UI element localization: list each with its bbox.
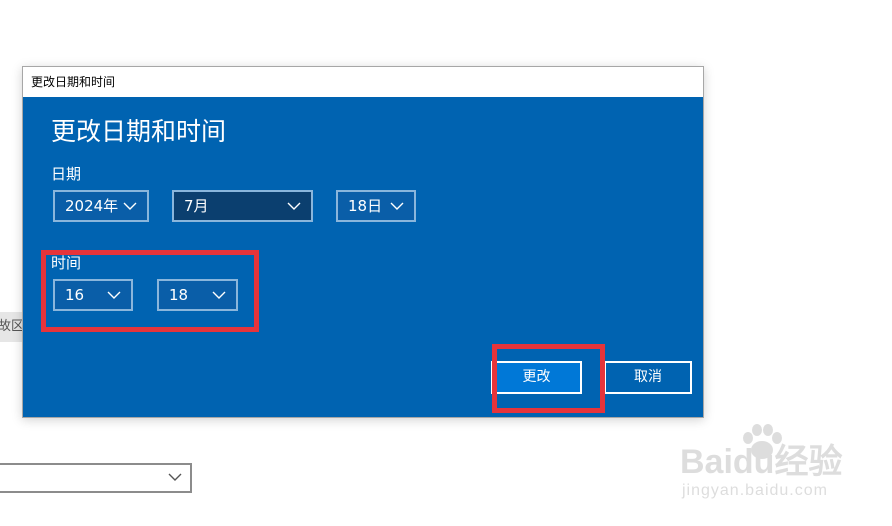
year-value: 2024年 [65,197,119,215]
time-annotation-box [41,250,259,332]
month-select[interactable]: 7月 [172,190,313,222]
chevron-down-icon [390,202,404,210]
chevron-down-icon [168,473,182,481]
day-select[interactable]: 18日 [336,190,416,222]
chevron-down-icon [123,202,137,210]
page-title: 更改日期和时间 [51,117,227,146]
date-label: 日期 [51,165,82,183]
background-dropdown[interactable] [0,463,192,493]
chevron-down-icon [287,202,301,210]
watermark-brand: Baidu经验 [680,443,843,481]
cancel-button[interactable]: 取消 [604,361,692,394]
change-button-annotation-box [492,344,605,413]
background-text: 故区 [0,319,22,334]
window-title: 更改日期和时间 [31,75,116,89]
baidu-watermark: Baidu经验 jingyan.baidu.com [676,424,876,512]
day-value: 18日 [348,197,383,215]
background-text-fragment: 故区 [0,312,22,342]
year-select[interactable]: 2024年 [53,190,149,222]
dialog-titlebar[interactable]: 更改日期和时间 [23,67,703,97]
watermark-url: jingyan.baidu.com [682,482,828,499]
screen: 故区 更改日期和时间 更改日期和时间 日期 2024年 7月 18日 时间 16… [0,0,892,526]
month-value: 7月 [184,197,209,215]
